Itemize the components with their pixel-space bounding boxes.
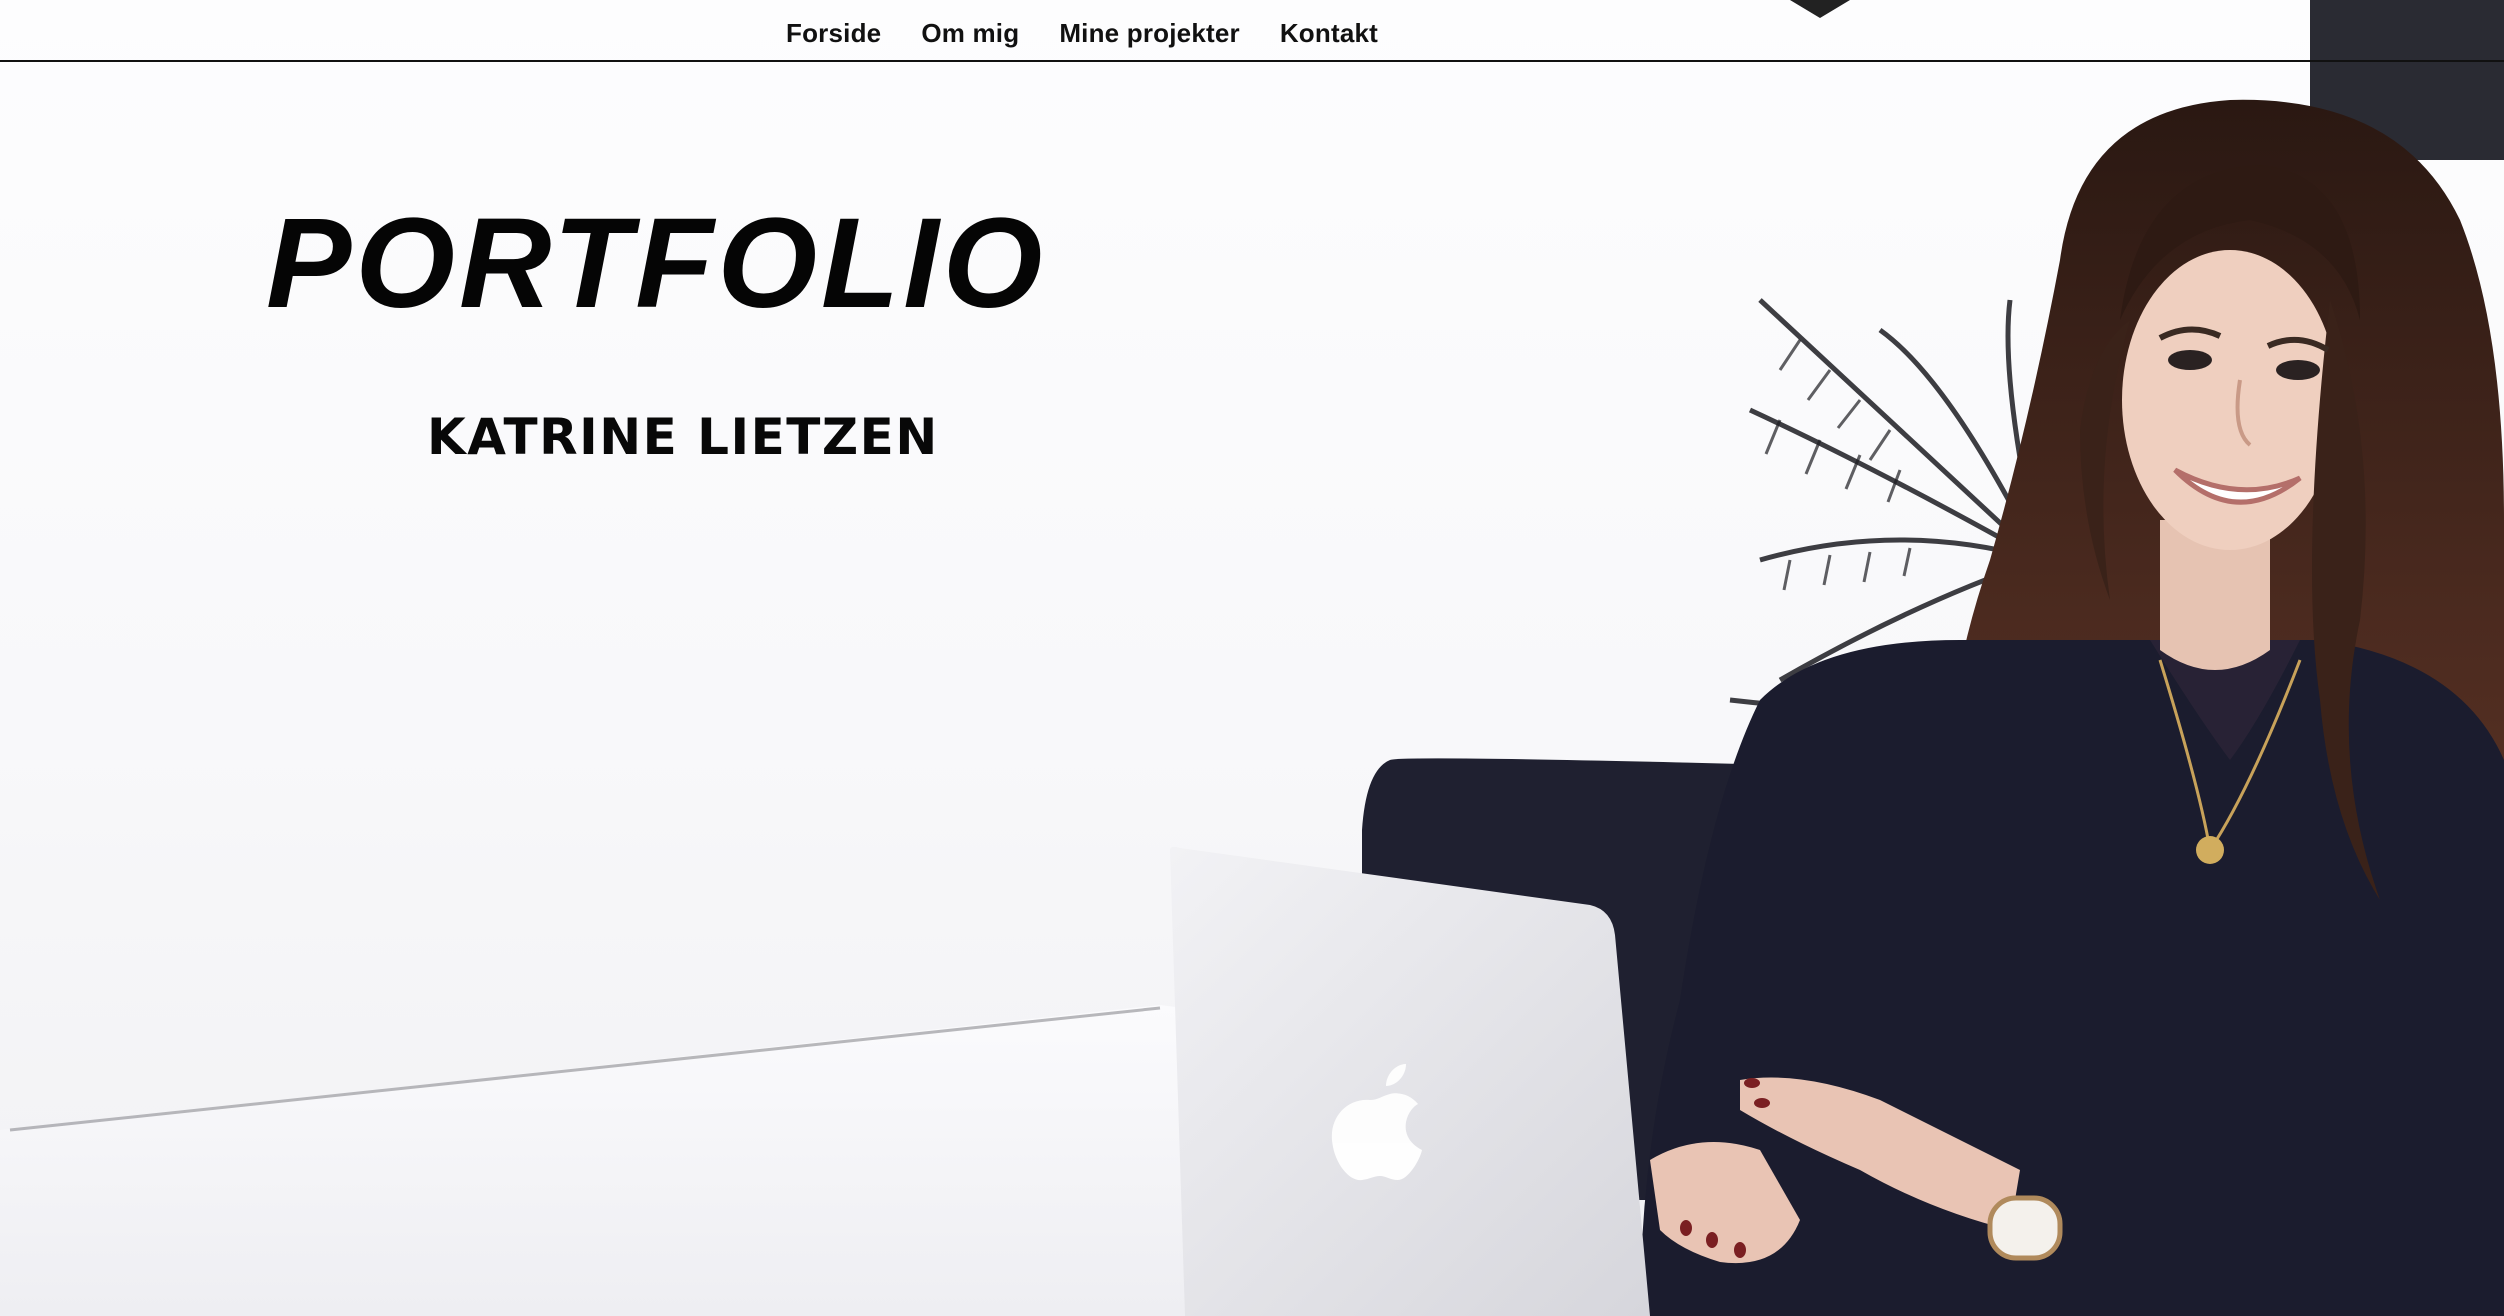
nav-links: Forside Om mig Mine projekter Kontakt bbox=[786, 18, 1378, 49]
author-name: KATRINE LIETZEN bbox=[427, 408, 939, 466]
nav-link-mine-projekter[interactable]: Mine projekter bbox=[1059, 18, 1240, 49]
nav-link-kontakt[interactable]: Kontakt bbox=[1280, 18, 1378, 49]
nav-link-om-mig[interactable]: Om mig bbox=[921, 18, 1019, 49]
page-title: PORTFOLIO bbox=[266, 192, 1047, 335]
top-navigation: Forside Om mig Mine projekter Kontakt bbox=[0, 0, 2504, 62]
portfolio-page: Forside Om mig Mine projekter Kontakt PO… bbox=[0, 0, 2504, 1316]
nav-link-forside[interactable]: Forside bbox=[786, 18, 881, 49]
